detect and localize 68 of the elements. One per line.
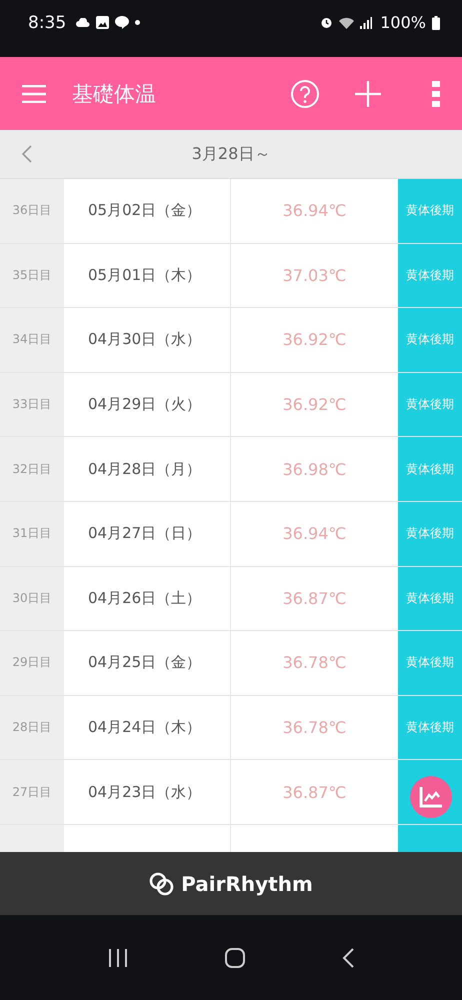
record-row[interactable]: 35日目 05月01日（木） 37.03℃ 黄体後期 [0,244,462,308]
cycle-day: 28日目 [0,696,64,760]
recent-apps-icon [108,948,128,966]
record-date: 04月24日（木） [87,717,202,738]
image-icon [96,16,110,29]
brand-name: PairRhythm [181,872,313,896]
record-row[interactable]: 29日目 04月25日（金） 36.78℃ 黄体後期 [0,631,462,696]
cycle-day: 29日目 [0,631,64,695]
chevron-left-icon [22,145,32,163]
cycle-day: 30日目 [0,566,64,630]
help-button[interactable] [290,78,320,108]
app-title: 基礎体温 [72,80,156,108]
cycle-day: 35日目 [0,244,64,308]
menu-icon [22,84,46,102]
record-date: 04月28日（月） [87,458,202,480]
alarm-icon [320,16,334,29]
home-button[interactable] [224,948,245,968]
cycle-day: 34日目 [0,308,64,372]
record-date: 05月01日（木） [87,264,202,286]
home-icon [224,948,245,968]
chat-icon [115,16,130,29]
record-date: 04月29日（火） [87,394,202,416]
line-chart-icon [419,786,443,808]
rings-logo-icon [149,872,176,896]
record-row[interactable]: 28日目 04月24日（木） 36.78℃ 黄体後期 [0,696,462,760]
signal-icon [360,16,372,28]
phase-label: 黄体後期 [398,372,462,436]
cycle-day: 27日目 [0,760,64,824]
plus-icon [354,80,382,108]
phase-label: 黄体後期 [398,631,462,695]
cycle-day: 31日目 [0,502,64,566]
phase-label: 黄体後期 [398,566,462,630]
phase-label: 黄体後期 [398,696,462,760]
more-icon [432,80,440,106]
cloud-icon [76,18,90,28]
record-date: 04月23日（水） [87,782,202,803]
record-date: 04月25日（金） [87,652,202,674]
record-row[interactable]: 32日目 04月28日（月） 36.98℃ 黄体後期 [0,437,462,502]
cycle-day: 33日目 [0,372,64,436]
battery-icon [432,16,440,30]
status-time: 8:35 [28,12,66,32]
record-row[interactable]: 34日目 04月30日（水） 36.92℃ 黄体後期 [0,308,462,373]
period-label: 3月28日～ [192,144,270,164]
add-button[interactable] [354,80,382,108]
record-row[interactable]: 30日目 04月26日（土） 36.87℃ 黄体後期 [0,566,462,632]
phase-label: 黄体後期 [398,179,462,243]
record-date: 04月30日（水） [87,329,202,350]
recent-apps-button[interactable] [108,948,128,966]
phase-label: 黄体後期 [398,502,462,566]
record-date: 04月27日（日） [87,523,202,544]
phase-label: 黄体後期 [398,308,462,372]
record-row[interactable]: 36日目 05月02日（金） 36.94℃ 黄体後期 [0,179,462,244]
record-date: 05月02日（金） [87,200,202,222]
record-row[interactable]: 33日目 04月29日（火） 36.92℃ 黄体後期 [0,372,462,438]
cycle-day: 36日目 [0,179,64,243]
wifi-icon [339,16,354,28]
menu-button[interactable] [22,84,46,102]
battery-percent: 100% [380,13,426,32]
cycle-day: 32日目 [0,437,64,501]
back-icon [342,948,354,968]
back-button[interactable] [342,948,354,968]
more-button[interactable] [432,80,440,106]
phase-label: 黄体後期 [398,437,462,501]
record-row[interactable]: 31日目 04月27日（日） 36.94℃ 黄体後期 [0,502,462,567]
dot-icon [135,20,140,25]
help-icon [290,78,320,108]
record-date: 04月26日（土） [87,588,202,609]
phase-label: 黄体後期 [398,244,462,308]
